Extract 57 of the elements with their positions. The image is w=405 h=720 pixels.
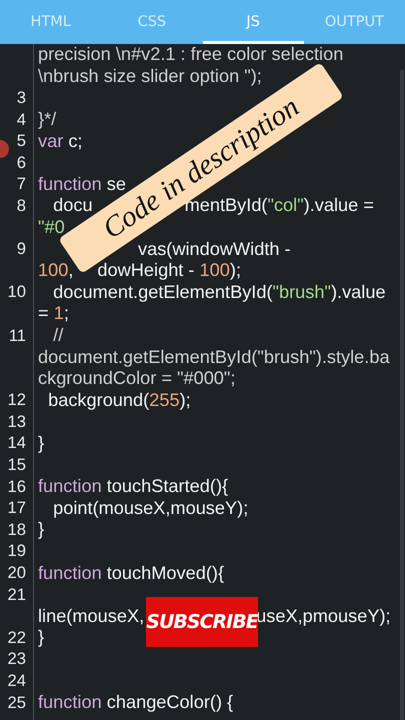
code-text: 255	[149, 390, 180, 411]
code-text: }*/	[38, 109, 56, 130]
code-text: );	[180, 390, 191, 411]
line-number: 5	[16, 131, 26, 150]
code-text: }	[38, 627, 44, 648]
subscribe-badge: SUBSCRIBE	[146, 597, 258, 647]
tab[interactable]: CSS	[101, 0, 202, 44]
tab[interactable]: OUTPUT	[304, 0, 405, 44]
code-text: touchMoved(){	[106, 562, 224, 584]
code-text: line(mouseX,	[38, 606, 144, 627]
code-text: function	[38, 562, 102, 584]
code-text: 1	[54, 303, 64, 324]
code-text: touchStarted(){	[106, 476, 228, 498]
code-text: "col"	[268, 195, 304, 216]
code-text: point(mouseX,mouseY);	[52, 498, 248, 519]
code-text: }	[38, 519, 44, 540]
line-number: 10	[8, 282, 26, 302]
code-text: ).value	[330, 282, 386, 303]
code-text: ckgroundColor = "#000";	[38, 368, 236, 390]
line-number: 18	[8, 520, 26, 539]
code-text: changeColor() {	[106, 692, 234, 714]
line-number: 24	[8, 671, 26, 690]
line-number: 13	[8, 412, 26, 431]
code-text: //	[52, 325, 64, 346]
code-text: ;	[64, 303, 69, 324]
code-text: =	[38, 303, 50, 324]
line-number: 17	[8, 498, 26, 518]
code-text: c;	[67, 130, 82, 152]
line-number: 4	[16, 110, 26, 129]
line-number: 7	[16, 174, 26, 194]
code-text: function	[38, 692, 102, 714]
line-number: 8	[16, 196, 26, 215]
code-text: vas(windowWidth -	[138, 238, 291, 260]
line-number: 6	[16, 152, 26, 172]
line-number: 15	[8, 455, 26, 474]
line-number: 22	[8, 628, 26, 647]
line-number: 12	[8, 390, 26, 410]
code-text: }	[38, 432, 44, 454]
line-number: 3	[16, 88, 26, 107]
code-text: function	[38, 476, 102, 498]
line-number: 9	[16, 239, 26, 258]
line-number: 25	[8, 692, 26, 712]
line-number: 11	[8, 326, 26, 345]
line-number: 16	[8, 476, 26, 496]
line-number: 19	[8, 541, 26, 560]
tab[interactable]: HTML	[0, 0, 102, 44]
code-text: "brush"	[272, 282, 331, 303]
code-text: document.getElementById("brush").style.ba	[38, 346, 390, 368]
code-text: mentById(	[184, 195, 268, 216]
code-text: background(	[47, 390, 150, 411]
line-number: 20	[8, 563, 26, 582]
code-text: document.getElementById(	[52, 282, 273, 303]
line-number: 21	[8, 584, 26, 604]
code-text: se	[106, 174, 126, 195]
tab[interactable]: JS	[202, 0, 304, 44]
line-number: 14	[8, 433, 26, 452]
line-number: 23	[8, 649, 26, 668]
